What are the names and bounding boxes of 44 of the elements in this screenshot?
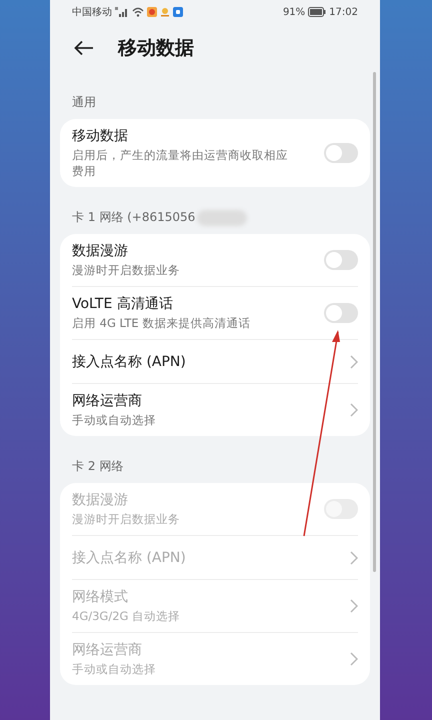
setting-title: 接入点名称 (APN) xyxy=(72,352,186,370)
redacted-blur xyxy=(197,210,248,226)
setting-description: 漫游时开启数据业务 xyxy=(72,262,180,278)
setting-title: 数据漫游 xyxy=(72,242,129,260)
toggle-switch[interactable] xyxy=(324,250,358,270)
battery-icon xyxy=(308,7,326,17)
setting-title: 网络运营商 xyxy=(72,641,143,659)
chevron-right-icon xyxy=(350,354,358,368)
setting-description: 4G/3G/2G 自动选择 xyxy=(72,608,180,624)
chevron-right-icon xyxy=(350,403,358,417)
settings-row[interactable]: 移动数据 启用后，产生的流量将由运营商收取相应费用 xyxy=(72,119,358,187)
wifi-icon xyxy=(132,7,144,17)
section-header: 卡 1 网络 (+8615056 xyxy=(72,209,196,226)
signal-icon xyxy=(115,7,129,17)
section-header: 通用 xyxy=(72,94,96,111)
settings-row[interactable]: 网络运营商 手动或自动选择 xyxy=(72,383,358,436)
setting-title: 接入点名称 (APN) xyxy=(72,548,186,566)
clock: 17:02 xyxy=(329,6,358,18)
battery-percent: 91% xyxy=(282,6,306,18)
setting-description: 漫游时开启数据业务 xyxy=(72,511,180,527)
carrier-name: 中国移动 xyxy=(72,6,112,19)
chevron-right-icon xyxy=(350,652,358,666)
setting-description: 手动或自动选择 xyxy=(72,412,156,428)
chevron-right-icon xyxy=(350,599,358,613)
settings-row[interactable]: 数据漫游 漫游时开启数据业务 xyxy=(72,234,358,286)
section-header: 卡 2 网络 xyxy=(72,458,124,475)
setting-title: 移动数据 xyxy=(72,127,129,145)
setting-title: 数据漫游 xyxy=(72,491,129,509)
settings-row[interactable]: VoLTE 高清通话 启用 4G LTE 数据来提供高清通话 xyxy=(72,286,358,339)
toggle-switch[interactable] xyxy=(324,143,358,163)
setting-title: 网络模式 xyxy=(72,588,129,606)
toggle-switch[interactable] xyxy=(324,303,358,323)
app-icon xyxy=(160,7,170,17)
back-icon[interactable] xyxy=(74,40,94,56)
setting-description: 手动或自动选择 xyxy=(72,661,156,677)
app-icon xyxy=(147,7,157,17)
setting-description: 启用 4G LTE 数据来提供高清通话 xyxy=(72,315,250,331)
app-icon xyxy=(173,7,183,17)
chevron-right-icon xyxy=(350,550,358,564)
settings-row[interactable]: 接入点名称 (APN) xyxy=(72,339,358,383)
setting-description: 启用后，产生的流量将由运营商收取相应费用 xyxy=(72,147,289,179)
page-title: 移动数据 xyxy=(118,36,194,61)
setting-title: VoLTE 高清通话 xyxy=(72,295,174,313)
setting-title: 网络运营商 xyxy=(72,392,143,410)
